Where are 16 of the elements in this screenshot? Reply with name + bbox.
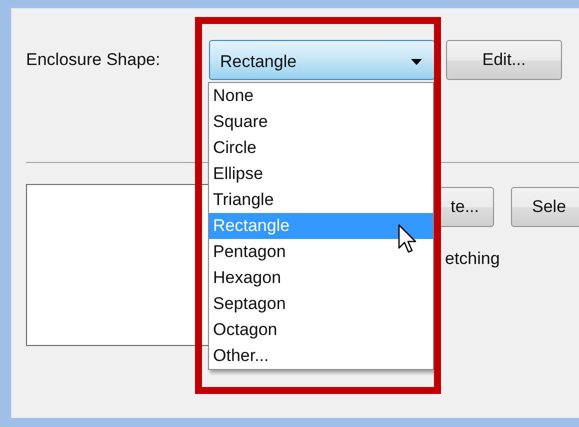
edit-button[interactable]: Edit... [446,40,562,80]
dropdown-option[interactable]: Ellipse [209,161,433,187]
dropdown-option[interactable]: Septagon [209,291,433,317]
dropdown-option[interactable]: Other... [209,343,433,369]
dropdown-option[interactable]: Square [209,109,433,135]
caret-icon [411,59,422,65]
dropdown-option[interactable]: Octagon [209,317,433,343]
cursor-icon [398,224,418,254]
dropdown-option[interactable]: Circle [209,135,433,161]
field-label: Enclosure Shape: [26,50,162,70]
dropdown-option[interactable]: Hexagon [209,265,433,291]
option-label: etching [445,249,501,269]
shape-dropdown[interactable]: Rectangle [209,40,435,80]
dropdown-option[interactable]: None [209,83,433,109]
dropdown-option[interactable]: Pentagon [209,239,433,265]
select-button[interactable]: Sele [511,187,579,227]
